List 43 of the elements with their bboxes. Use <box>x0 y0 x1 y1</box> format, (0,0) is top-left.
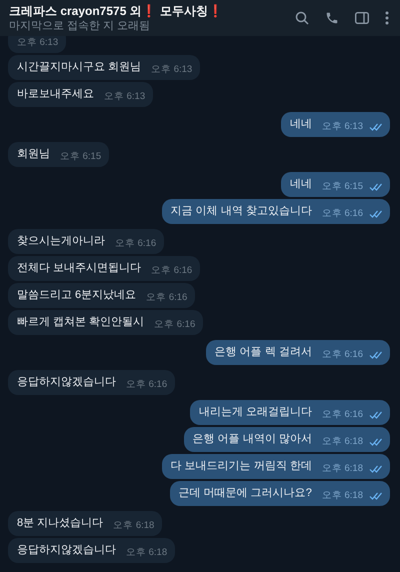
message-time: 오후 6:18 <box>322 462 363 476</box>
message-text: 내리는게 오래걸립니다 <box>198 405 312 420</box>
message-time: 오후 6:16 <box>126 378 168 392</box>
message-text: 은행 어플 렉 걸려서 <box>214 345 312 360</box>
message-time: 오후 6:18 <box>322 488 363 503</box>
message-time: 오후 6:16 <box>322 206 363 221</box>
message-text: 네네 <box>290 117 312 132</box>
message-time: 오후 6:13 <box>322 120 363 134</box>
message-text: 근데 머때문에 그러시나요? <box>178 486 312 502</box>
message-text: 은행 어플 내역이 많아서 <box>192 432 312 448</box>
message-time: 오후 6:16 <box>322 408 363 422</box>
message-time: 오후 6:18 <box>322 434 363 449</box>
chat-title: 크레파스 crayon7575 외❗ 모두사칭❗ <box>9 4 224 18</box>
message-text: 바로보내주세요 <box>17 87 94 102</box>
message-time: 오후 6:18 <box>126 546 168 560</box>
last-seen-status: 마지막으로 접속한 지 오래됨 <box>9 18 152 32</box>
message-text: 시간끌지마시구요 회원님 <box>17 60 142 76</box>
message-time: 오후 6:16 <box>146 290 188 305</box>
message-text: 지금 이체 내역 찾고있습니다 <box>170 204 312 220</box>
message-text: 찾으시는게아니라 <box>17 234 105 250</box>
message-time: 오후 6:16 <box>154 318 196 332</box>
message-time: 오후 6:16 <box>151 264 192 278</box>
phone-icon[interactable] <box>325 11 339 25</box>
message-text: 8분 지나셨습니다 <box>17 516 104 532</box>
search-icon[interactable] <box>295 11 309 25</box>
message-text: 회원님 <box>17 147 50 162</box>
message-time: 오후 6:13 <box>104 90 146 104</box>
message-text: 응답하지않겠습니다 <box>17 543 116 558</box>
message-text: 말씀드리고 6분지났네요 <box>17 288 136 304</box>
message-time: 오후 6:13 <box>17 36 58 50</box>
message-text: 응답하지않겠습니다 <box>17 375 116 390</box>
message-time: 오후 6:16 <box>322 348 363 362</box>
message-text: 네네 <box>290 177 312 192</box>
message-time: 오후 6:18 <box>113 518 154 533</box>
message-time: 오후 6:13 <box>151 62 192 77</box>
message-time: 오후 6:15 <box>60 150 102 164</box>
message-time: 오후 6:16 <box>115 236 156 251</box>
more-icon[interactable] <box>385 11 389 25</box>
message-text: 다 보내드리기는 꺼림직 한데 <box>170 459 312 474</box>
message-time: 오후 6:15 <box>322 180 363 194</box>
sidebar-icon[interactable] <box>355 12 369 24</box>
message-text: 전체다 보내주시면됩니다 <box>17 261 142 276</box>
message-text: 빠르게 캡쳐본 확인안될시 <box>17 315 144 330</box>
